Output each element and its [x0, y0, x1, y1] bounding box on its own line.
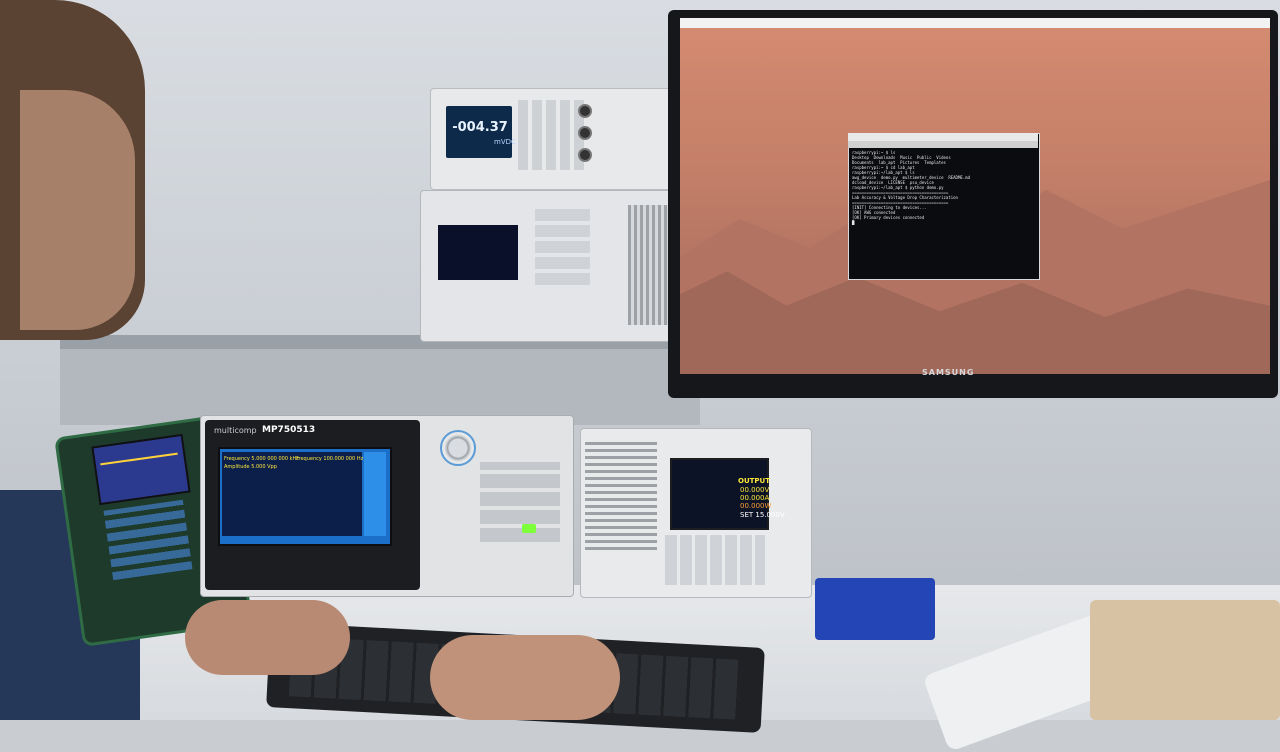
jack-icon[interactable]	[578, 148, 592, 162]
channel-on-indicator	[522, 524, 536, 533]
output-label: OUTPUT	[738, 477, 770, 485]
channel-1-frequency: Frequency 5.000 000 000 kHz	[224, 456, 299, 462]
multimeter-unit: mVDC	[494, 138, 516, 146]
left-hand	[185, 600, 350, 675]
terminal-title-bar[interactable]	[848, 133, 1038, 141]
softkey-menu	[364, 452, 386, 536]
output-current: 00.000A	[740, 494, 770, 502]
terminal-output: raspberrypi:~ $ ls Desktop Downloads Mus…	[852, 150, 971, 225]
right-hand	[430, 635, 620, 720]
jack-icon[interactable]	[578, 126, 592, 140]
power-supply-vent	[585, 440, 657, 550]
rotary-knob-icon[interactable]	[440, 430, 476, 466]
multimeter-jacks	[572, 104, 602, 164]
waveform-generator-keypad[interactable]	[480, 462, 560, 542]
wooden-stand	[1090, 600, 1280, 720]
set-voltage: SET 15.000V	[740, 511, 785, 519]
monitor-brand: SAMSUNG	[922, 368, 975, 377]
waveform-generator-model: MP750513	[262, 425, 316, 435]
multimeter-reading: -004.37	[452, 120, 508, 135]
channel-2-frequency: Frequency 100.000 000 Hz	[296, 456, 364, 462]
channel-2-panel	[294, 452, 362, 536]
shelf-panel	[60, 345, 700, 425]
power-supply-keypad[interactable]	[535, 205, 590, 285]
channel-1-amplitude: Amplitude 5.000 Vpp	[224, 464, 277, 470]
waveform-generator-brand: multicomp	[214, 426, 257, 435]
person-face	[20, 90, 135, 330]
jack-icon[interactable]	[578, 104, 592, 118]
terminal-menu-bar[interactable]	[848, 141, 1038, 148]
output-voltage: 00.000V	[740, 486, 770, 494]
programmable-power-supply-keypad[interactable]	[665, 535, 765, 585]
taskbar[interactable]	[680, 18, 1270, 28]
power-supply-display	[438, 225, 518, 280]
output-power: 00.000W	[740, 502, 772, 510]
blue-enclosure	[815, 578, 935, 640]
handheld-oscilloscope-keypad[interactable]	[103, 499, 193, 581]
